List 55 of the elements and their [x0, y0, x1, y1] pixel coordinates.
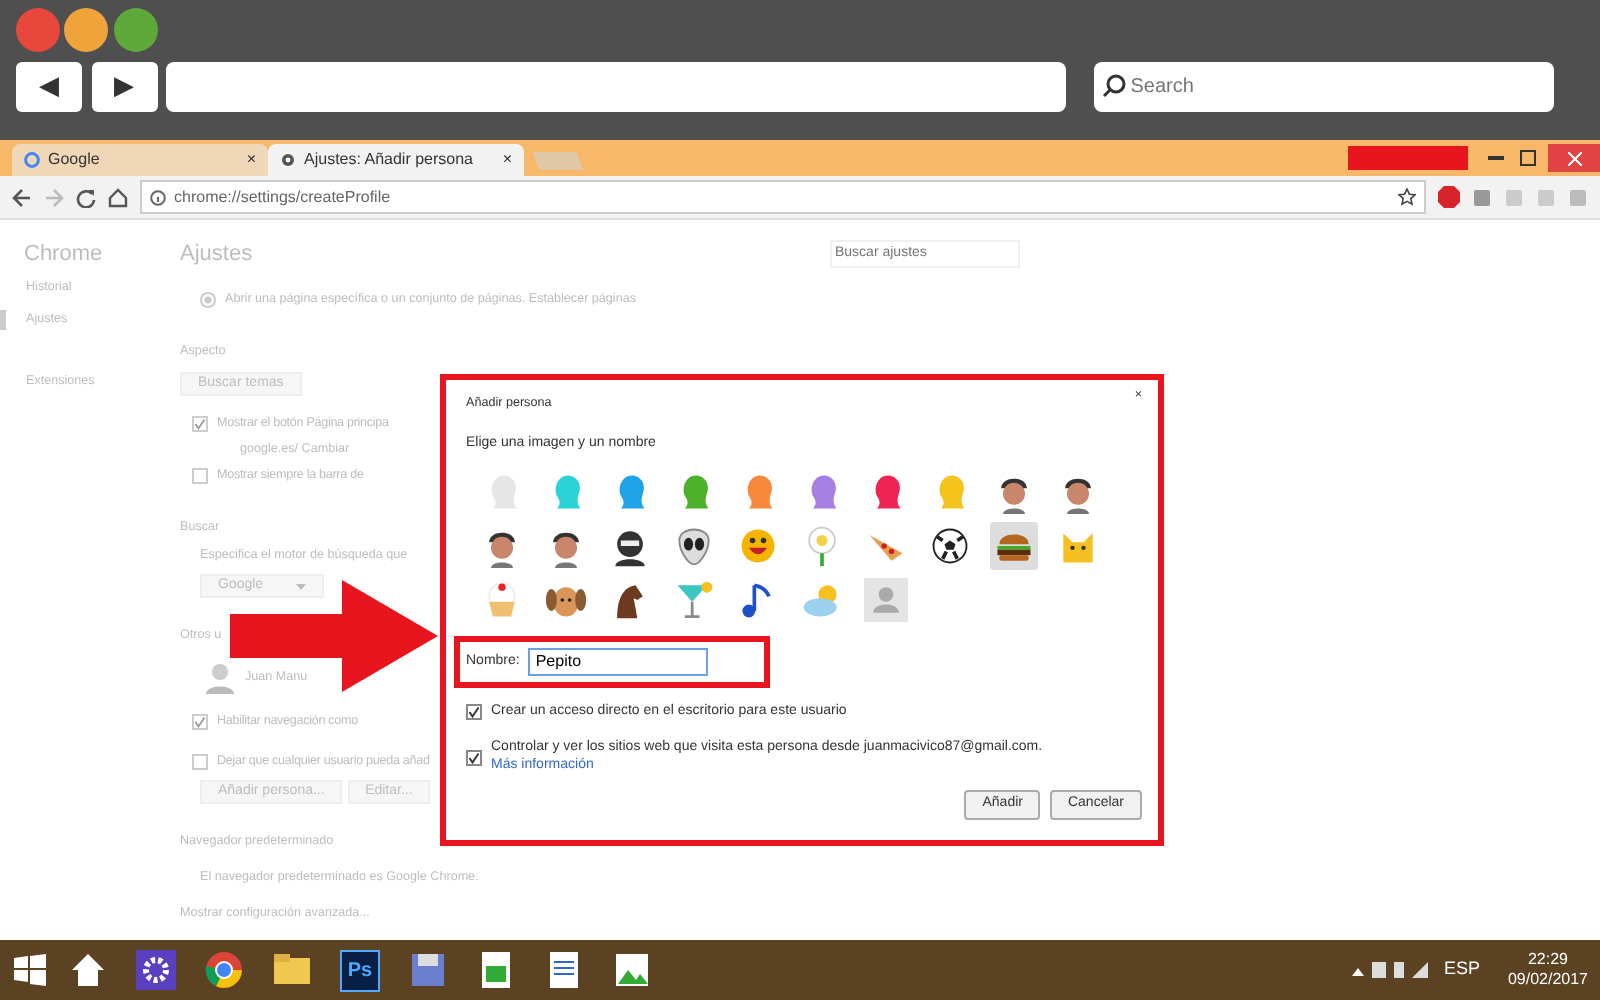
stop-sign-icon[interactable] — [1438, 186, 1460, 208]
forward-button[interactable]: ▶ — [91, 61, 157, 111]
browser-tab[interactable]: Ajustes: Añadir persona × — [268, 144, 524, 176]
radio-button-icon[interactable] — [200, 292, 216, 308]
gear-icon — [280, 152, 296, 168]
minimize-button[interactable] — [64, 8, 109, 52]
language-indicator[interactable]: ESP — [1443, 956, 1480, 984]
search-icon — [1102, 74, 1126, 98]
person-icon — [864, 577, 908, 622]
clock-time: 22:29 — [1525, 950, 1570, 970]
restore-icon[interactable] — [1520, 150, 1536, 166]
window-close-button[interactable] — [1548, 144, 1600, 172]
system-tray-icons — [1351, 960, 1432, 980]
clock-date: 09/02/2017 — [1507, 970, 1588, 990]
star-icon[interactable] — [1398, 188, 1416, 206]
home-icon[interactable] — [108, 187, 128, 207]
sheet-icon[interactable] — [476, 950, 516, 990]
reload-icon[interactable] — [76, 187, 96, 207]
browser-icon[interactable] — [204, 950, 244, 990]
ball-icon — [928, 523, 972, 568]
folder-icon[interactable] — [272, 950, 312, 990]
maximize-button[interactable] — [113, 8, 157, 52]
checkbox[interactable] — [192, 416, 208, 432]
back-arrow-icon[interactable] — [12, 187, 32, 207]
page-title: Ajustes — [180, 240, 255, 268]
home-icon[interactable] — [68, 950, 108, 990]
browser-tab[interactable]: Google × — [12, 144, 268, 176]
windows-logo-icon[interactable] — [12, 952, 48, 988]
doc-icon[interactable] — [544, 950, 584, 990]
url-field[interactable] — [166, 61, 1066, 111]
back-button[interactable]: ◀ — [16, 61, 82, 111]
tab-title: Google — [48, 148, 102, 172]
caret-icon — [296, 583, 306, 589]
g-logo-icon — [24, 152, 40, 168]
name-field[interactable]: Pepito — [527, 647, 708, 676]
checkbox[interactable] — [466, 704, 482, 721]
user-avatar-icon — [204, 662, 236, 694]
tab-title: Ajustes: Añadir persona — [304, 148, 475, 172]
checkbox[interactable] — [466, 749, 482, 766]
cocktail-icon — [672, 577, 716, 622]
url-text: chrome://settings/createProfile — [174, 185, 391, 209]
image-icon[interactable] — [612, 950, 652, 990]
redaction-bar — [1348, 146, 1468, 170]
alien-icon — [672, 523, 716, 568]
address-bar[interactable]: chrome://settings/createProfile — [140, 180, 1426, 214]
checkbox[interactable] — [192, 714, 208, 730]
avatar-option[interactable] — [990, 521, 1038, 570]
info-icon — [150, 189, 166, 205]
sidebar-title: Chrome — [24, 244, 105, 264]
gear-icon[interactable] — [136, 950, 176, 990]
search-box[interactable]: Search — [1093, 61, 1553, 111]
tab-close-button[interactable]: × — [502, 148, 512, 172]
tab-close-button[interactable]: × — [246, 148, 256, 172]
close-button[interactable] — [16, 8, 60, 52]
close-icon — [1567, 151, 1581, 165]
